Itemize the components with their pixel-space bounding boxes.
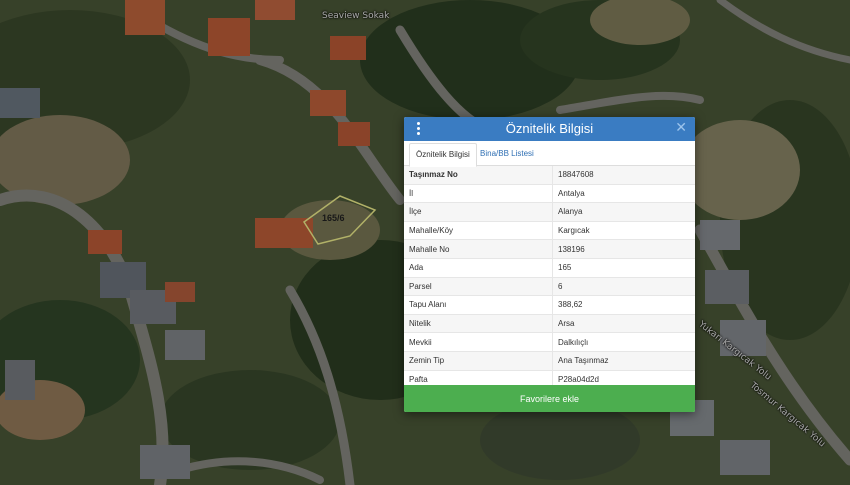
tab-building-list[interactable]: Bina/BB Listesi: [474, 143, 540, 165]
attribute-table: Taşınmaz No 18847608 İl Antalya İlçe Alanya…: [404, 166, 695, 390]
table-row: Parsel 6: [404, 277, 695, 297]
attr-key: Zemin Tip: [404, 351, 553, 371]
attr-key: Ada: [404, 258, 553, 278]
attr-value: Arsa: [552, 314, 695, 334]
attr-value: Antalya: [552, 184, 695, 204]
attr-key: Nitelik: [404, 314, 553, 334]
attr-key: Parsel: [404, 277, 553, 297]
attr-value: Alanya: [552, 202, 695, 222]
attr-key: Mahalle/Köy: [404, 221, 553, 241]
attr-key: Tapu Alanı: [404, 295, 553, 315]
attr-value: 18847608: [552, 166, 695, 185]
attr-value: 388,62: [552, 295, 695, 315]
attribute-dialog: Öznitelik Bilgisi ✕ Öznitelik Bilgisi Bi…: [404, 117, 695, 412]
attr-key: İlçe: [404, 202, 553, 222]
table-row: Nitelik Arsa: [404, 314, 695, 334]
attr-value: 138196: [552, 239, 695, 259]
attr-value: 165: [552, 258, 695, 278]
table-row: Ada 165: [404, 258, 695, 278]
table-row: Mevkii Dalkılıçlı: [404, 332, 695, 352]
attr-key: İl: [404, 184, 553, 204]
attr-key: Taşınmaz No: [404, 166, 553, 185]
table-row: İlçe Alanya: [404, 202, 695, 222]
table-row: Mahalle No 138196: [404, 239, 695, 259]
dialog-tabs: Öznitelik Bilgisi Bina/BB Listesi: [404, 143, 695, 167]
table-row: Taşınmaz No 18847608: [404, 166, 695, 185]
attr-value: Kargıcak: [552, 221, 695, 241]
attr-value: Ana Taşınmaz: [552, 351, 695, 371]
dialog-title: Öznitelik Bilgisi: [505, 121, 594, 136]
table-row: Zemin Tip Ana Taşınmaz: [404, 351, 695, 371]
attr-key: Mahalle No: [404, 239, 553, 259]
add-to-favorites-button[interactable]: Favorilere ekle: [404, 385, 695, 412]
attr-value: 6: [552, 277, 695, 297]
table-row: İl Antalya: [404, 184, 695, 204]
close-icon[interactable]: ✕: [675, 119, 687, 136]
dialog-header: Öznitelik Bilgisi ✕: [404, 117, 695, 141]
attr-value: Dalkılıçlı: [552, 332, 695, 352]
attr-key: Mevkii: [404, 332, 553, 352]
table-row: Mahalle/Köy Kargıcak: [404, 221, 695, 241]
table-row: Tapu Alanı 388,62: [404, 295, 695, 315]
tab-attribute-info[interactable]: Öznitelik Bilgisi: [409, 143, 477, 167]
